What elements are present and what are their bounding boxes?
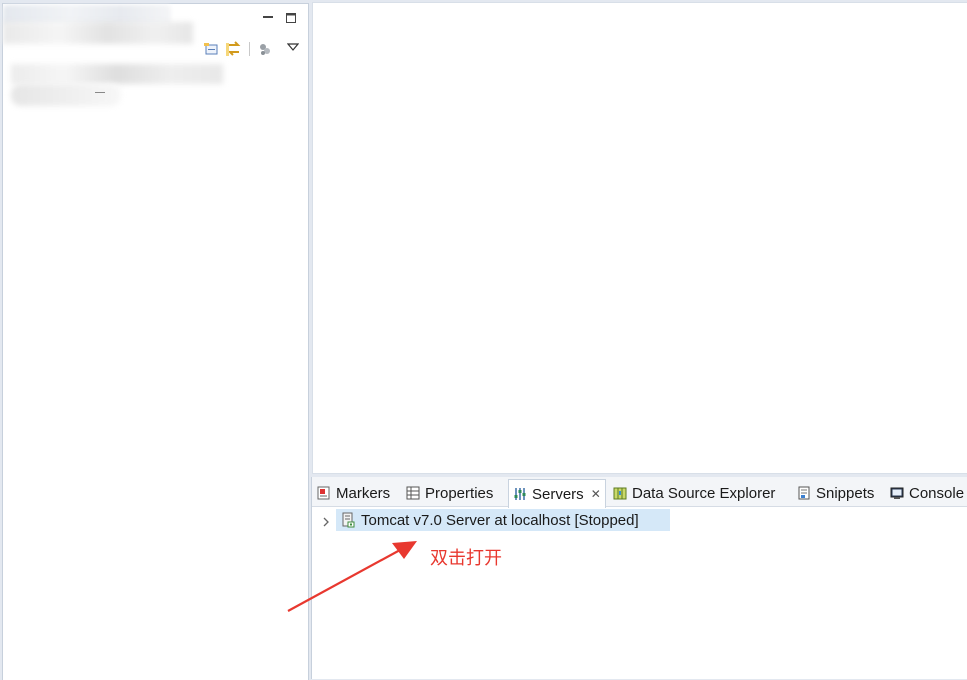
console-icon [890,487,904,499]
tab-markers[interactable]: Markers [317,480,390,506]
filter-icon[interactable] [257,41,273,57]
properties-icon [406,486,420,500]
server-icon [342,512,355,528]
tab-data-source-explorer[interactable]: Data Source Explorer [613,480,775,506]
bottom-tab-bar: Markers Properties Servers ✕ Data Source… [312,477,967,508]
view-menu-icon[interactable] [287,42,299,52]
close-icon[interactable]: ✕ [591,487,601,501]
server-name: Tomcat v7.0 Server at localhost [361,511,571,529]
tab-label: Markers [336,484,391,502]
servers-icon [514,488,526,500]
tab-properties[interactable]: Properties [406,480,493,506]
tab-label: Data Source Explorer [632,484,776,502]
minimize-icon[interactable] [261,11,275,23]
markers-icon [317,486,330,500]
blurred-tree-item[interactable] [11,64,223,84]
snippets-icon [798,486,810,500]
tab-console[interactable]: Console [890,480,964,506]
chevron-right-icon[interactable] [321,515,331,527]
tab-label: Properties [425,484,494,502]
blurred-tree-item[interactable] [11,84,121,106]
blurred-view-title [3,22,193,44]
maximize-icon[interactable] [284,11,298,25]
annotation-arrow [287,541,417,612]
server-entry-tomcat[interactable]: Tomcat v7.0 Server at localhost [Stopped… [336,509,670,531]
tab-label: Snippets [816,484,875,502]
tab-label: Servers [532,485,584,503]
toolbar-separator [249,42,250,56]
tab-snippets[interactable]: Snippets [797,480,874,506]
tree-fragment [95,92,105,93]
editor-area [312,2,967,474]
collapse-all-icon[interactable] [203,41,219,57]
annotation-text: 双击打开 [430,548,502,569]
left-explorer-view [2,3,309,680]
link-with-editor-icon[interactable] [225,40,243,58]
server-status: [Stopped] [574,511,639,529]
tab-label: Console [909,484,965,502]
tab-servers[interactable]: Servers ✕ [508,479,606,508]
database-icon [613,487,627,500]
